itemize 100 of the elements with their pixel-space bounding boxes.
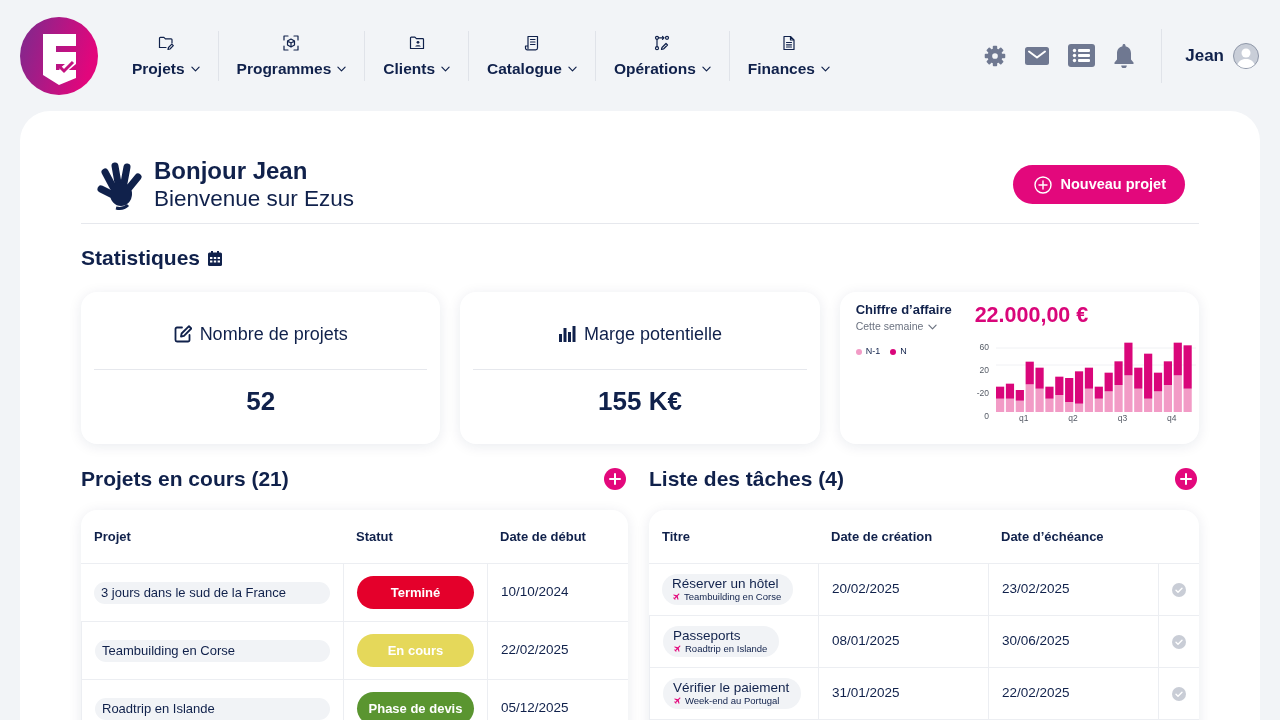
- column-header: Projet: [94, 527, 131, 546]
- axis-label: 0: [983, 411, 989, 421]
- project-link[interactable]: Roadtrip en Islande: [95, 697, 330, 720]
- bar-chart-icon: [557, 325, 576, 343]
- folder-edit-icon: [157, 34, 174, 51]
- chevron-down-icon: [928, 323, 938, 330]
- notification-icon[interactable]: [1114, 43, 1135, 68]
- column-header: Statut: [356, 527, 393, 546]
- nav-menu-item[interactable]: Programmes: [218, 34, 365, 77]
- nav-menu-item[interactable]: Clients: [365, 34, 468, 77]
- list-icon[interactable]: [1068, 44, 1096, 67]
- greeting-subtitle: Bienvenue sur Ezus: [154, 185, 355, 212]
- status-pill: En cours: [357, 634, 474, 667]
- start-date: 22/02/2025: [501, 641, 569, 660]
- check-icon[interactable]: [1172, 582, 1186, 597]
- previous-year-bar: [1114, 385, 1123, 412]
- task-title: Réserver un hôtel: [672, 576, 780, 592]
- created-date: 31/01/2025: [832, 684, 900, 703]
- task-project: Roadtrip en Islande: [685, 643, 768, 655]
- check-icon[interactable]: [1172, 686, 1186, 701]
- legend-label: N: [900, 344, 907, 358]
- branch-edit-icon: [654, 34, 671, 51]
- task-project: Teambuilding en Corse: [684, 591, 782, 603]
- task-item[interactable]: Vérifier le paiement Week-end au Portugal: [663, 677, 802, 710]
- start-date: 10/10/2024: [501, 583, 569, 602]
- logo-icon[interactable]: [20, 16, 98, 95]
- previous-year-bar: [1163, 385, 1172, 412]
- stat-label: Nombre de projets: [199, 322, 348, 346]
- nav-menu-item[interactable]: Finances: [729, 34, 848, 77]
- column-header: Date d’échéance: [1001, 527, 1104, 546]
- current-year-bar: [1025, 361, 1034, 385]
- current-year-bar: [1064, 378, 1073, 402]
- axis-label: q4: [1166, 413, 1177, 423]
- task-project: Week-end au Portugal: [685, 695, 780, 707]
- add-icon[interactable]: [604, 468, 626, 490]
- column-header: Date de début: [500, 527, 586, 546]
- status-pill: Phase de devis: [357, 692, 474, 720]
- project-link[interactable]: Teambuilding en Corse: [95, 639, 330, 662]
- nav-menu-item[interactable]: Projets: [114, 34, 218, 77]
- chevron-down-icon: [441, 65, 450, 72]
- period-dropdown[interactable]: Cette semaine: [855, 319, 938, 335]
- plane-icon: [673, 644, 682, 654]
- current-year-bar: [1114, 361, 1123, 385]
- chevron-down-icon: [821, 65, 830, 72]
- current-year-bar: [1173, 342, 1182, 376]
- edit-icon: [173, 325, 192, 343]
- project-link[interactable]: 3 jours dans le sud de la France: [94, 581, 330, 604]
- avatar-icon: [1233, 42, 1259, 69]
- section-title: Projets en cours (21): [81, 466, 289, 493]
- chevron-down-icon: [701, 65, 711, 72]
- check-icon[interactable]: [1172, 634, 1186, 649]
- axis-label: 60: [979, 342, 989, 352]
- current-year-bar: [995, 386, 1004, 399]
- current-year-bar: [1183, 345, 1192, 389]
- task-title: Vérifier le paiement: [673, 680, 790, 696]
- folder-user-icon: [408, 34, 425, 51]
- task-title: Passeports: [673, 628, 742, 644]
- axis-label: 20: [979, 365, 989, 375]
- cube-icon: [283, 34, 300, 51]
- chevron-down-icon: [190, 65, 200, 72]
- due-date: 30/06/2025: [1002, 632, 1070, 651]
- previous-year-bar: [995, 398, 1004, 412]
- calendar-icon[interactable]: [208, 250, 223, 266]
- start-date: 05/12/2025: [501, 699, 569, 718]
- stat-label: Marge potentielle: [583, 322, 723, 346]
- chevron-down-icon: [567, 65, 577, 72]
- plane-icon: [672, 592, 681, 602]
- plane-icon: [673, 696, 682, 706]
- mail-icon[interactable]: [1025, 46, 1050, 65]
- greeting-title: Bonjour Jean: [154, 157, 309, 185]
- current-year-bar: [1163, 361, 1172, 385]
- status-pill: Terminé: [357, 576, 474, 609]
- column-header: Date de création: [831, 527, 933, 546]
- created-date: 20/02/2025: [832, 580, 900, 599]
- add-circle-icon: [1034, 175, 1053, 194]
- axis-label: q1: [1018, 413, 1029, 423]
- section-title: Liste des tâches (4): [649, 466, 844, 493]
- column-header: Titre: [662, 527, 690, 546]
- new-project-button[interactable]: Nouveau projet: [1013, 165, 1185, 204]
- receipt-icon: [524, 34, 540, 51]
- axis-label: -20: [976, 388, 989, 398]
- task-item[interactable]: Passeports Roadtrip en Islande: [663, 625, 780, 658]
- nav-menu-item[interactable]: Opérations: [595, 34, 729, 77]
- axis-label: q2: [1067, 413, 1078, 423]
- add-icon[interactable]: [1175, 468, 1197, 490]
- stat-value: 155 K€: [597, 386, 683, 416]
- chevron-down-icon: [337, 65, 347, 72]
- due-date: 22/02/2025: [1002, 684, 1070, 703]
- legend-label: N-1: [865, 344, 881, 358]
- nav-menu-item[interactable]: Catalogue: [469, 34, 595, 77]
- document-icon: [780, 34, 797, 51]
- task-item[interactable]: Réserver un hôtel Teambuilding en Corse: [662, 573, 794, 606]
- user-menu-button[interactable]: Jean: [1185, 42, 1259, 69]
- settings-icon[interactable]: [984, 44, 1007, 67]
- previous-year-bar: [1005, 398, 1014, 412]
- revenue-amount: 22.000,00 €: [974, 302, 1090, 328]
- due-date: 23/02/2025: [1002, 580, 1070, 599]
- axis-label: q3: [1117, 413, 1127, 423]
- section-title: Statistiques: [81, 245, 201, 271]
- stat-value: 52: [245, 386, 277, 416]
